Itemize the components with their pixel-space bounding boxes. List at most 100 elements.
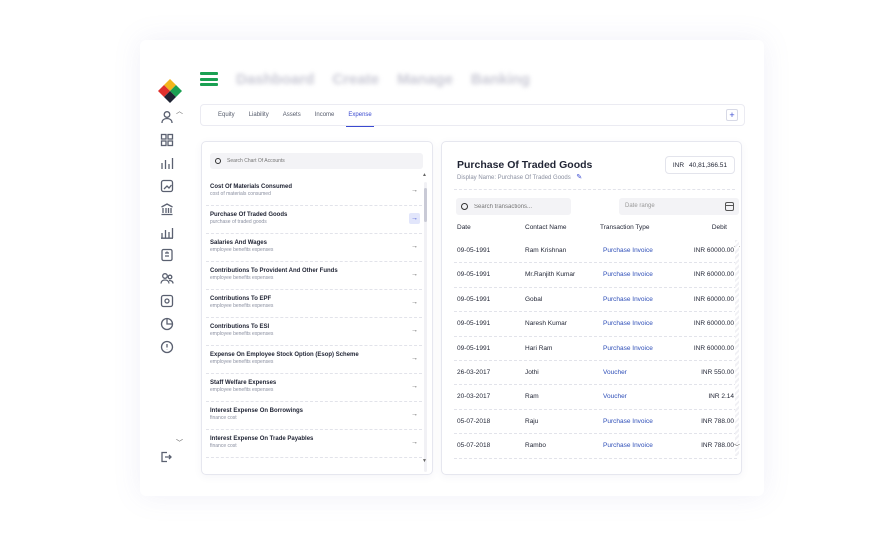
sidebar: ︿ ﹀ xyxy=(148,74,188,474)
accounts-list: Cost Of Materials Consumed cost of materi… xyxy=(202,178,424,458)
table-row[interactable]: 20-03-2017 Ram Voucher INR 2.14 xyxy=(454,385,737,410)
table-row[interactable]: 05-07-2018 Rambo Purchase Invoice INR 788.0… xyxy=(454,434,737,459)
table-row[interactable]: 09-05-1991 Gobal Purchase Invoice INR 60000… xyxy=(454,288,737,313)
grid-icon[interactable] xyxy=(160,133,174,147)
arrow-right-icon[interactable]: → xyxy=(409,185,420,196)
account-item[interactable]: Interest Expense On Borrowings finance co… xyxy=(206,402,422,430)
bar-chart-icon[interactable] xyxy=(160,156,174,170)
scrollbar-thumb[interactable] xyxy=(424,188,427,222)
logout-icon[interactable] xyxy=(160,450,172,463)
cell-transaction-link[interactable]: Purchase Invoice xyxy=(603,247,653,254)
table-row[interactable]: 26-03-2017 Jothi Voucher INR 550.00 xyxy=(454,361,737,386)
nav-manage[interactable]: Manage xyxy=(397,71,453,88)
column-contact[interactable]: Contact Name xyxy=(525,224,567,231)
table-scroll-down-icon[interactable]: ﹀ xyxy=(734,442,740,451)
contacts-icon[interactable] xyxy=(160,271,174,285)
cell-debit: INR 60000.00 xyxy=(693,271,734,279)
display-name-text: Display Name: Purchase Of Traded Goods xyxy=(457,175,571,181)
table-row[interactable]: 09-05-1991 Mr.Ranjith Kumar Purchase Invoi… xyxy=(454,263,737,288)
divider xyxy=(454,189,735,190)
cell-date: 05-07-2018 xyxy=(457,417,491,425)
cell-debit: INR 788.00 xyxy=(701,417,734,425)
account-category: employee benefits expenses xyxy=(210,359,274,365)
tab-expense[interactable]: Expense xyxy=(341,104,378,127)
arrow-right-icon[interactable]: → xyxy=(409,381,420,392)
tab-equity[interactable]: Equity xyxy=(211,104,242,126)
menu-icon[interactable] xyxy=(200,72,218,86)
cell-transaction-link[interactable]: Voucher xyxy=(603,393,627,400)
arrow-right-icon[interactable]: → xyxy=(409,353,420,364)
cell-contact: Ram Krishnan xyxy=(525,247,567,254)
table-row[interactable]: 09-05-1991 Naresh Kumar Purchase Invoice IN… xyxy=(454,312,737,337)
list-scroll-up-icon[interactable]: ▲ xyxy=(422,172,427,178)
account-item[interactable]: Purchase Of Traded Goods purchase of trad… xyxy=(206,206,422,234)
account-item[interactable]: Interest Expense On Trade Payables financ… xyxy=(206,430,422,458)
app-logo xyxy=(158,79,182,103)
accounts-scrollbar[interactable] xyxy=(424,182,427,472)
info-icon[interactable] xyxy=(160,340,174,354)
arrow-right-icon[interactable]: → xyxy=(409,297,420,308)
accounts-search-input[interactable] xyxy=(227,158,417,164)
account-item[interactable]: Expense On Employee Stock Option (Esop) … xyxy=(206,346,422,374)
account-item[interactable]: Staff Welfare Expenses employee benefits … xyxy=(206,374,422,402)
list-scroll-down-icon[interactable]: ▼ xyxy=(422,458,427,464)
nav-banking[interactable]: Banking xyxy=(471,71,530,88)
account-item[interactable]: Salaries And Wages employee benefits expe… xyxy=(206,234,422,262)
nav-create[interactable]: Create xyxy=(332,71,379,88)
cell-transaction-link[interactable]: Purchase Invoice xyxy=(603,271,653,278)
arrow-right-icon[interactable]: → xyxy=(409,241,420,252)
account-category: employee benefits expenses xyxy=(210,247,274,253)
transactions-scrollbar[interactable] xyxy=(735,240,739,456)
transactions-search-input[interactable] xyxy=(474,203,569,210)
cell-transaction-link[interactable]: Purchase Invoice xyxy=(603,418,653,425)
cell-debit: INR 60000.00 xyxy=(693,295,734,303)
sidebar-scroll-down-icon[interactable]: ﹀ xyxy=(176,438,183,448)
arrow-right-icon[interactable]: → xyxy=(409,213,420,224)
table-row[interactable]: 05-07-2018 Raju Purchase Invoice INR 788.00 xyxy=(454,410,737,435)
arrow-right-icon[interactable]: → xyxy=(409,437,420,448)
edit-pencil-icon[interactable]: ✎ xyxy=(576,174,582,181)
bank-icon[interactable] xyxy=(160,202,174,216)
column-debit[interactable]: Debit xyxy=(712,224,727,231)
cell-transaction-link[interactable]: Purchase Invoice xyxy=(603,296,653,303)
cell-transaction-link[interactable]: Purchase Invoice xyxy=(603,442,653,449)
add-account-button[interactable]: + xyxy=(726,109,738,121)
sidebar-scroll-up-icon[interactable]: ︿ xyxy=(176,106,183,116)
column-type[interactable]: Transaction Type xyxy=(600,224,650,231)
user-icon[interactable] xyxy=(160,110,174,124)
settings-doc-icon[interactable] xyxy=(160,294,174,308)
account-item[interactable]: Contributions To Provident And Other Fun… xyxy=(206,262,422,290)
account-category: cost of materials consumed xyxy=(210,191,271,197)
calendar-icon[interactable] xyxy=(725,202,734,211)
arrow-right-icon[interactable]: → xyxy=(409,409,420,420)
cell-date: 09-05-1991 xyxy=(457,320,491,328)
search-icon xyxy=(215,158,221,164)
cell-contact: Raju xyxy=(525,417,539,425)
account-name: Salaries And Wages xyxy=(210,240,267,246)
account-category: employee benefits expenses xyxy=(210,387,274,393)
tab-assets[interactable]: Assets xyxy=(276,104,308,126)
table-row[interactable]: 09-05-1991 Hari Ram Purchase Invoice INR 60… xyxy=(454,337,737,361)
tab-liability[interactable]: Liability xyxy=(242,104,276,126)
arrow-right-icon[interactable]: → xyxy=(409,325,420,336)
cell-debit: INR 60000.00 xyxy=(693,344,734,352)
cell-transaction-link[interactable]: Purchase Invoice xyxy=(603,320,653,327)
report-icon[interactable] xyxy=(160,225,174,239)
account-item[interactable]: Cost Of Materials Consumed cost of materi… xyxy=(206,178,422,206)
cell-transaction-link[interactable]: Voucher xyxy=(603,369,627,376)
account-item[interactable]: Contributions To ESI employee benefits ex… xyxy=(206,318,422,346)
invoice-icon[interactable] xyxy=(160,248,174,262)
tab-income[interactable]: Income xyxy=(308,104,342,126)
chart-up-icon[interactable] xyxy=(160,179,174,193)
cell-transaction-link[interactable]: Purchase Invoice xyxy=(603,345,653,352)
table-row[interactable]: 09-05-1991 Ram Krishnan Purchase Invoice IN… xyxy=(454,239,737,264)
nav-dashboard[interactable]: Dashboard xyxy=(236,71,314,88)
pie-icon[interactable] xyxy=(160,317,174,331)
arrow-right-icon[interactable]: → xyxy=(409,269,420,280)
date-range-picker[interactable]: Date range xyxy=(619,198,739,215)
date-range-placeholder: Date range xyxy=(625,203,655,209)
column-date[interactable]: Date xyxy=(457,224,471,231)
account-item[interactable]: Contributions To EPF employee benefits ex… xyxy=(206,290,422,318)
cell-contact: Naresh Kumar xyxy=(525,320,567,328)
cell-debit: INR 788.00 xyxy=(701,442,734,450)
